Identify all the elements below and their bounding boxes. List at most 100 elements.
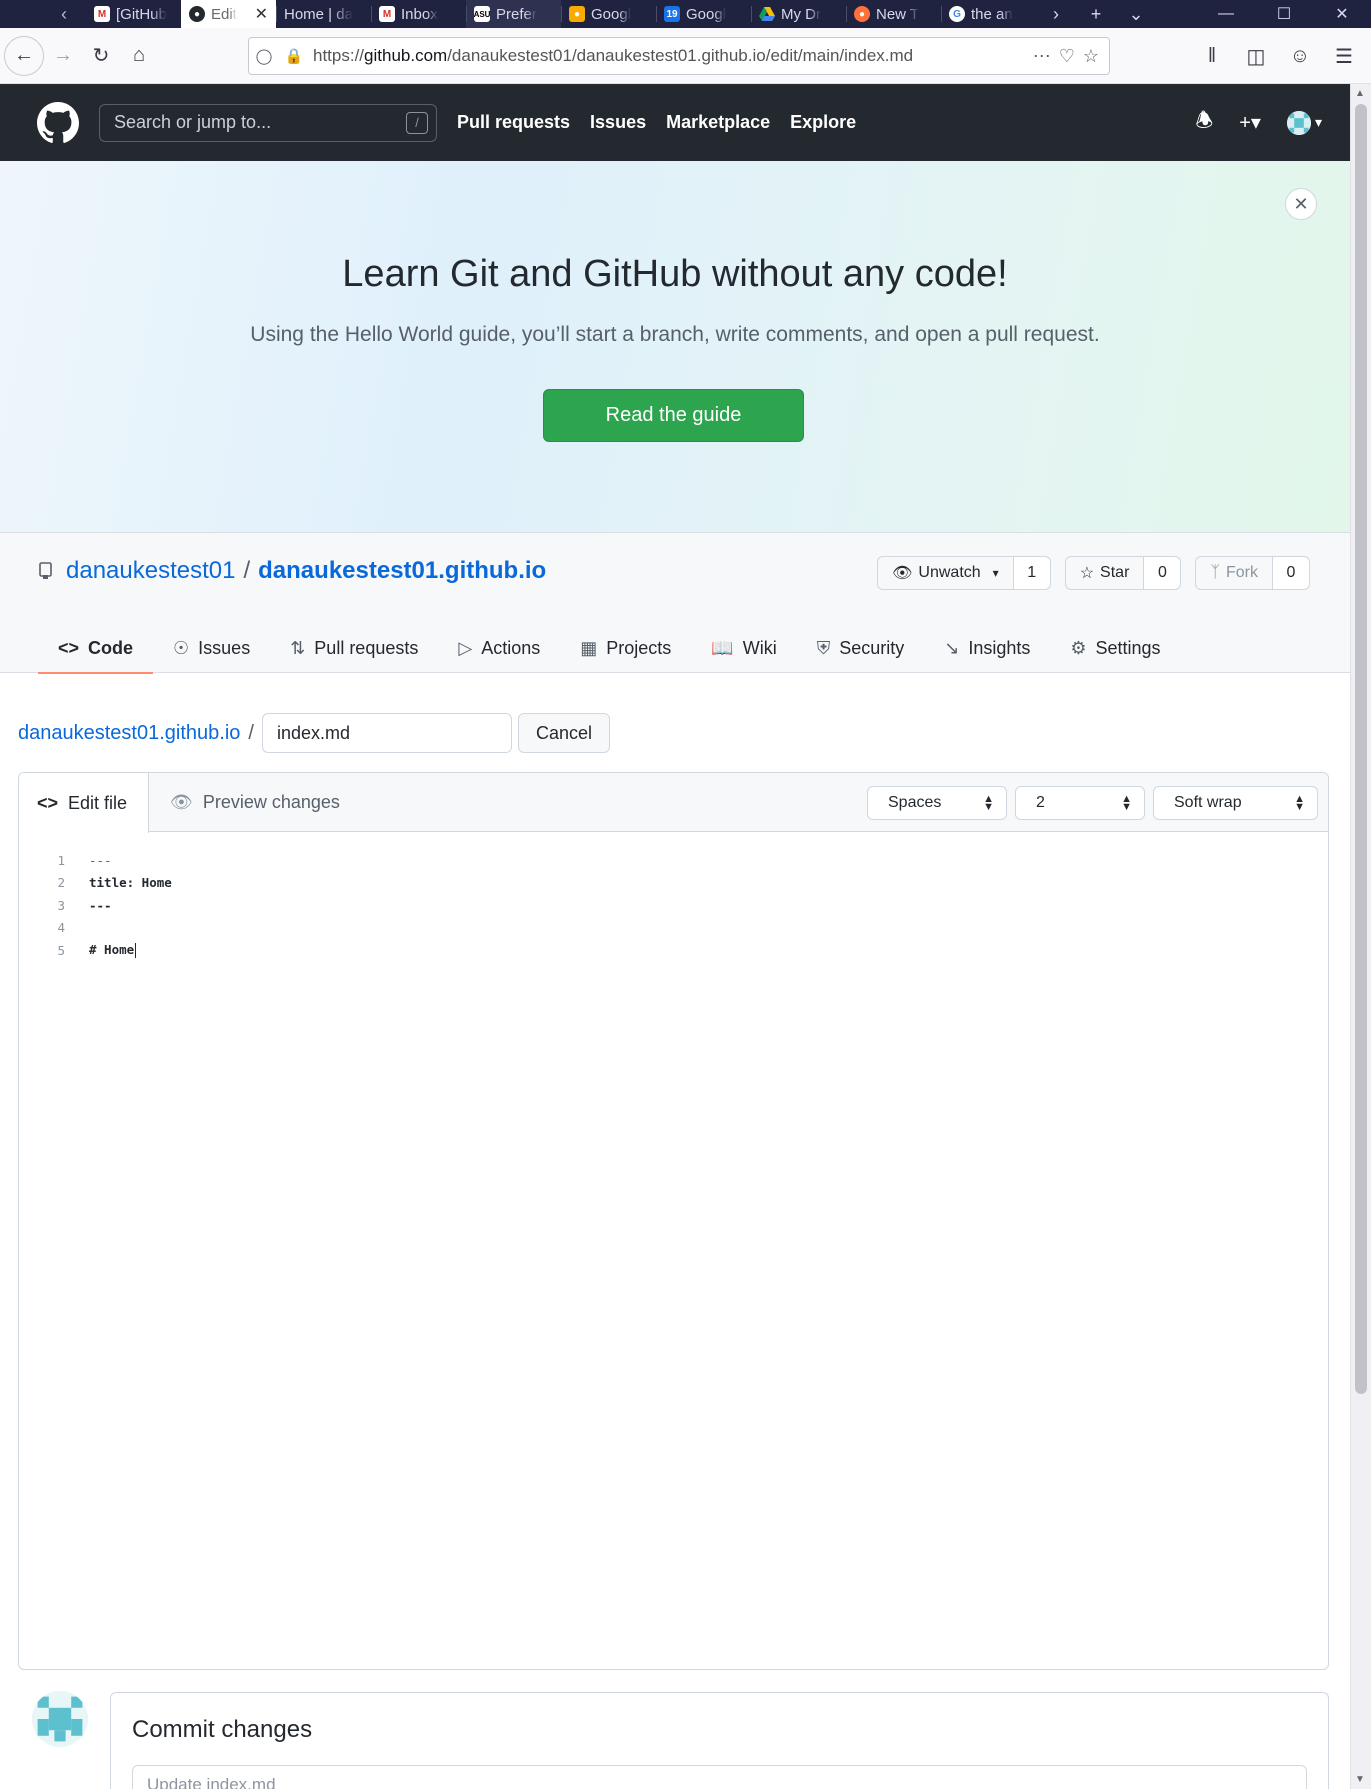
url-path: /danaukestest01/danaukestest01.github.io…	[447, 46, 914, 65]
tab-projects-label: Projects	[606, 637, 672, 658]
repo-name-link[interactable]: danaukestest01.github.io	[258, 557, 546, 585]
browser-tab[interactable]: Home | da	[276, 0, 371, 28]
breadcrumb-repo-link[interactable]: danaukestest01.github.io	[18, 722, 240, 745]
reload-icon[interactable]: ↻	[82, 37, 120, 75]
repo-icon	[39, 562, 52, 579]
cancel-button[interactable]: Cancel	[517, 713, 610, 753]
star-count[interactable]: 0	[1144, 557, 1181, 589]
browser-tab[interactable]: ● Googl	[561, 0, 656, 28]
code-line: 5 # Home	[19, 939, 1328, 962]
library-icon[interactable]: ‖	[1193, 37, 1231, 75]
menu-icon[interactable]: ☰	[1325, 37, 1363, 75]
project-board-icon: ▦	[580, 637, 598, 658]
browser-tab[interactable]: ASU Prefer	[466, 0, 561, 28]
commit-title: Commit changes	[132, 1716, 313, 1743]
tab-projects[interactable]: ▦ Projects	[560, 623, 691, 673]
lock-icon[interactable]: 🔒	[279, 47, 309, 65]
tab-settings[interactable]: ⚙ Settings	[1050, 623, 1180, 673]
wrap-mode-select[interactable]: Soft wrap ▲ ▼	[1153, 786, 1318, 820]
account-icon[interactable]: ☺	[1281, 37, 1319, 75]
sidebar-icon[interactable]: ◫	[1237, 37, 1275, 75]
commit-message-input[interactable]: Update index.md	[132, 1765, 1307, 1789]
page-actions-icon[interactable]: ⋯	[1033, 46, 1051, 67]
close-tab-icon[interactable]: ✕	[255, 4, 268, 24]
browser-tab[interactable]: ● New T	[846, 0, 941, 28]
indent-mode-value: Spaces	[888, 794, 942, 811]
tab-edit-file[interactable]: <> Edit file	[19, 773, 149, 833]
graph-icon: ↘	[944, 637, 960, 658]
back-icon[interactable]: ←	[4, 35, 44, 76]
tab-insights[interactable]: ↘ Insights	[924, 623, 1050, 673]
nav-issues[interactable]: Issues	[590, 112, 646, 133]
maximize-icon[interactable]: ☐	[1255, 0, 1313, 28]
scroll-up-icon[interactable]: ▲	[1355, 88, 1365, 99]
bookmark-star-icon[interactable]: ☆	[1083, 46, 1099, 67]
url-prefix: https://	[313, 46, 365, 65]
line-content: title: Home	[89, 875, 172, 891]
tab-actions-label: Actions	[481, 637, 541, 658]
indent-mode-select[interactable]: Spaces ▲ ▼	[867, 786, 1007, 820]
tab-wiki[interactable]: 📖 Wiki	[691, 623, 796, 673]
browser-tab[interactable]: 19 Googl	[656, 0, 751, 28]
tab-code[interactable]: <> Code	[38, 623, 154, 674]
browser-tab-active[interactable]: ● Edit ✕	[181, 0, 276, 28]
repo-owner-link[interactable]: danaukestest01	[66, 557, 235, 585]
user-menu[interactable]: ▾	[1286, 110, 1322, 135]
nav-explore[interactable]: Explore	[790, 112, 856, 133]
fork-count[interactable]: 0	[1273, 557, 1309, 589]
fork-button[interactable]: ᛉ Fork	[1196, 557, 1273, 589]
nav-pull-requests[interactable]: Pull requests	[457, 112, 570, 133]
create-new-plus-icon[interactable]: +▾	[1239, 110, 1261, 135]
notifications-bell-icon[interactable]: 🕭	[1195, 106, 1213, 140]
home-icon[interactable]: ⌂	[120, 37, 158, 75]
editor-header: <> Edit file 👁 Preview changes Spaces ▲ ▼…	[19, 773, 1328, 833]
browser-tab[interactable]: M [GitHub	[86, 0, 181, 28]
url-bar[interactable]: ◯ 🔒 https://github.com/danaukestest01/da…	[248, 37, 1110, 75]
repo-title-separator: /	[243, 557, 251, 584]
unwatch-button[interactable]: 👁 Unwatch ▾	[878, 557, 1014, 589]
filename-input[interactable]: index.md	[261, 713, 512, 753]
code-line: 4	[19, 917, 1328, 940]
browser-tab[interactable]: My Dr	[751, 0, 846, 28]
browser-tab[interactable]: M Inbox	[371, 0, 466, 28]
tab-scroll-right-icon[interactable]: ›	[1036, 0, 1076, 28]
line-content: # Home	[89, 942, 137, 959]
code-editor-area[interactable]: 1 --- 2 title: Home 3 --- 4 5 # Home	[19, 833, 1328, 1669]
star-button[interactable]: ☆ Star	[1066, 557, 1145, 589]
close-window-icon[interactable]: ✕	[1313, 0, 1371, 28]
github-logo-icon[interactable]	[37, 101, 79, 144]
browser-tab[interactable]: G the an	[941, 0, 1036, 28]
shield-icon[interactable]: ◯	[249, 47, 279, 65]
select-arrows-icon: ▲ ▼	[983, 793, 994, 813]
forward-icon[interactable]: →	[44, 37, 82, 75]
tab-pull-requests[interactable]: ⇅ Pull requests	[270, 623, 438, 673]
tab-security[interactable]: ⛨ Security	[797, 623, 925, 673]
toolbar-right: ‖ ◫ ☺ ☰	[1193, 28, 1371, 84]
tab-scroll-left-icon[interactable]: ‹	[50, 0, 78, 28]
tab-issues[interactable]: ☉ Issues	[153, 623, 270, 673]
minimize-icon[interactable]: —	[1197, 0, 1255, 28]
github-search-input[interactable]: Search or jump to... /	[99, 103, 437, 142]
star-group: ☆ Star 0	[1064, 556, 1182, 590]
scroll-down-icon[interactable]: ▼	[1355, 1774, 1365, 1785]
url-text: https://github.com/danaukestest01/danauk…	[313, 46, 913, 66]
code-line: 1 ---	[19, 849, 1328, 872]
indent-size-value: 2	[1036, 794, 1045, 811]
scrollbar-thumb[interactable]	[1355, 104, 1367, 1394]
issue-icon: ☉	[173, 637, 190, 658]
page-scrollbar[interactable]: ▲ ▼	[1350, 84, 1371, 1789]
avatar	[1286, 110, 1311, 135]
pocket-icon[interactable]: ♡	[1059, 46, 1075, 67]
watch-count[interactable]: 1	[1013, 557, 1050, 589]
line-number: 1	[57, 852, 65, 868]
new-tab-icon[interactable]: +	[1076, 0, 1116, 28]
close-banner-icon[interactable]: ✕	[1285, 188, 1317, 220]
list-tabs-icon[interactable]: ⌄	[1116, 0, 1156, 28]
nav-marketplace[interactable]: Marketplace	[666, 112, 770, 133]
tab-settings-label: Settings	[1095, 637, 1161, 658]
tab-actions[interactable]: ▷ Actions	[438, 623, 560, 673]
tab-preview-changes[interactable]: 👁 Preview changes	[152, 773, 358, 832]
play-circle-icon: ▷	[458, 637, 473, 658]
indent-size-select[interactable]: 2 ▲ ▼	[1015, 786, 1145, 820]
read-guide-button[interactable]: Read the guide	[543, 389, 804, 442]
